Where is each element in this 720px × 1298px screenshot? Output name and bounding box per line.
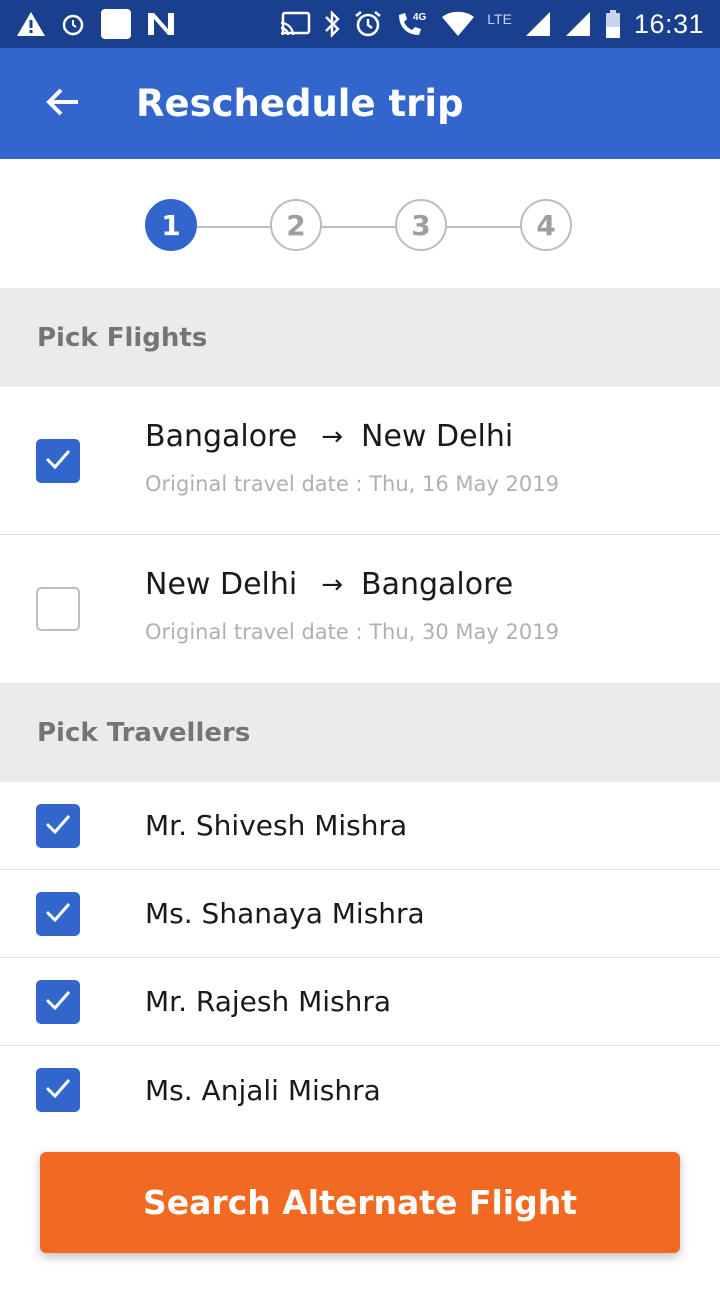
pick-flights-header: Pick Flights — [0, 288, 720, 387]
check-icon — [44, 1076, 72, 1104]
traveller-name: Ms. Anjali Mishra — [145, 1073, 381, 1107]
signal-icon — [524, 10, 552, 38]
battery-icon — [604, 9, 622, 39]
cast-icon — [279, 11, 311, 37]
arrow-left-icon — [44, 86, 80, 122]
traveller-name: Mr. Rajesh Mishra — [145, 985, 392, 1018]
step-4: 4 — [520, 199, 572, 251]
back-button[interactable] — [40, 82, 84, 126]
traveller-name: Mr. Shivesh Mishra — [145, 809, 408, 842]
origin-city: Bangalore — [145, 419, 298, 454]
search-alternate-flight-button[interactable]: Search Alternate Flight — [40, 1152, 680, 1253]
volte-call-icon: 4G — [395, 9, 429, 39]
step-connector — [322, 226, 397, 228]
alarm-clock-icon — [353, 9, 383, 39]
flight-row[interactable]: New Delhi → Bangalore Original travel da… — [0, 535, 720, 683]
pick-travellers-header: Pick Travellers — [0, 683, 720, 782]
wifi-icon — [441, 11, 475, 37]
check-icon — [44, 447, 72, 475]
page-title: Reschedule trip — [136, 82, 464, 125]
status-bar: 4G LTE 16:31 — [0, 0, 720, 48]
status-time: 16:31 — [633, 8, 704, 39]
traveller-row[interactable]: Ms. Shanaya Mishra — [0, 870, 720, 958]
signal-icon — [564, 10, 592, 38]
traveller-row[interactable]: Mr. Rajesh Mishra — [0, 958, 720, 1046]
flight-checkbox[interactable] — [36, 587, 80, 631]
step-connector — [197, 226, 272, 228]
flight-checkbox[interactable] — [36, 438, 80, 483]
notification-square-icon — [100, 8, 132, 40]
original-travel-date: Original travel date : Thu, 30 May 2019 — [145, 620, 559, 644]
traveller-checkbox[interactable] — [36, 979, 80, 1024]
destination-city: Bangalore — [361, 567, 514, 602]
step-1: 1 — [145, 199, 197, 251]
traveller-row[interactable]: Ms. Anjali Mishra — [0, 1046, 720, 1134]
traveller-checkbox[interactable] — [36, 1068, 80, 1112]
network-type-label: LTE — [487, 10, 512, 27]
flight-route: Bangalore → New Delhi — [145, 419, 559, 454]
flight-details: Bangalore → New Delhi Original travel da… — [145, 419, 559, 496]
check-icon — [44, 988, 72, 1016]
check-icon — [44, 812, 72, 840]
app-bar: Reschedule trip — [0, 48, 720, 159]
n-app-icon — [146, 11, 176, 37]
traveller-name: Ms. Shanaya Mishra — [145, 897, 425, 930]
step-connector — [447, 226, 522, 228]
svg-text:4G: 4G — [413, 12, 427, 23]
original-travel-date: Original travel date : Thu, 16 May 2019 — [145, 472, 559, 496]
check-icon — [44, 900, 72, 928]
flight-row[interactable]: Bangalore → New Delhi Original travel da… — [0, 387, 720, 535]
flight-details: New Delhi → Bangalore Original travel da… — [145, 567, 559, 644]
arrow-right-icon: → — [321, 569, 344, 600]
progress-stepper: 1 2 3 4 — [0, 159, 720, 288]
warning-icon — [16, 10, 46, 38]
destination-city: New Delhi — [361, 419, 514, 454]
bluetooth-icon — [323, 9, 341, 39]
step-3: 3 — [395, 199, 447, 251]
flight-route: New Delhi → Bangalore — [145, 567, 559, 602]
traveller-checkbox[interactable] — [36, 891, 80, 936]
traveller-checkbox[interactable] — [36, 803, 80, 848]
traveller-list: Mr. Shivesh Mishra Ms. Shanaya Mishra Mr… — [0, 782, 720, 1134]
step-2: 2 — [270, 199, 322, 251]
origin-city: New Delhi — [145, 567, 298, 602]
traveller-row[interactable]: Mr. Shivesh Mishra — [0, 782, 720, 870]
alarm-icon — [60, 11, 86, 37]
flight-list: Bangalore → New Delhi Original travel da… — [0, 387, 720, 683]
arrow-right-icon: → — [321, 421, 344, 452]
